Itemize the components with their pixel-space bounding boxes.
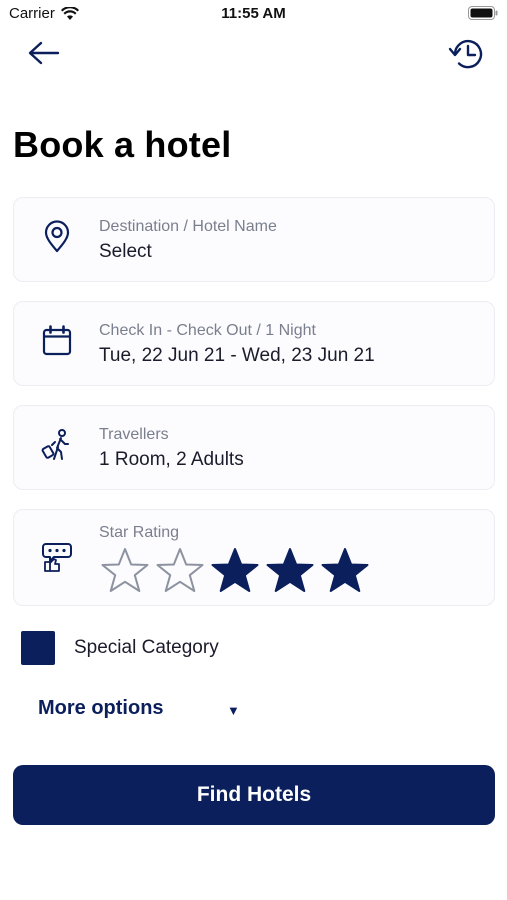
special-category-row[interactable]: Special Category [21, 631, 219, 665]
calendar-icon [42, 325, 72, 356]
location-pin-icon [44, 220, 70, 253]
nav-bar [0, 34, 507, 74]
status-bar: Carrier 11:55 AM [0, 0, 507, 28]
find-hotels-button[interactable]: Find Hotels [13, 765, 495, 825]
star-outline-icon[interactable] [100, 546, 150, 594]
star-outline-icon[interactable] [155, 546, 205, 594]
battery-icon [468, 6, 498, 20]
back-arrow-icon[interactable] [26, 38, 62, 68]
star-filled-icon[interactable] [320, 546, 370, 594]
travellers-label: Travellers [99, 426, 169, 443]
star-rating-selector [100, 546, 370, 594]
traveller-luggage-icon [41, 429, 69, 460]
dates-label: Check In - Check Out / 1 Night [99, 322, 316, 339]
special-category-checkbox[interactable] [21, 631, 55, 665]
dates-value: Tue, 22 Jun 21 - Wed, 23 Jun 21 [99, 345, 375, 366]
destination-field[interactable]: Destination / Hotel Name Select [13, 197, 495, 282]
star-rating-label: Star Rating [99, 524, 180, 541]
caret-down-icon[interactable]: ▼ [227, 703, 240, 718]
more-options-toggle[interactable]: More options [38, 697, 164, 720]
page-title: Book a hotel [13, 124, 232, 165]
travellers-value: 1 Room, 2 Adults [99, 449, 244, 470]
dates-field[interactable]: Check In - Check Out / 1 Night Tue, 22 J… [13, 301, 495, 386]
destination-label: Destination / Hotel Name [99, 218, 277, 235]
destination-value: Select [99, 241, 152, 262]
travellers-field[interactable]: Travellers 1 Room, 2 Adults [13, 405, 495, 490]
status-time: 11:55 AM [221, 5, 286, 22]
star-filled-icon[interactable] [265, 546, 315, 594]
rating-review-icon [42, 543, 72, 572]
history-icon[interactable] [447, 36, 485, 72]
star-filled-icon[interactable] [210, 546, 260, 594]
special-category-label: Special Category [74, 637, 219, 658]
star-rating-field: Star Rating [13, 509, 495, 606]
